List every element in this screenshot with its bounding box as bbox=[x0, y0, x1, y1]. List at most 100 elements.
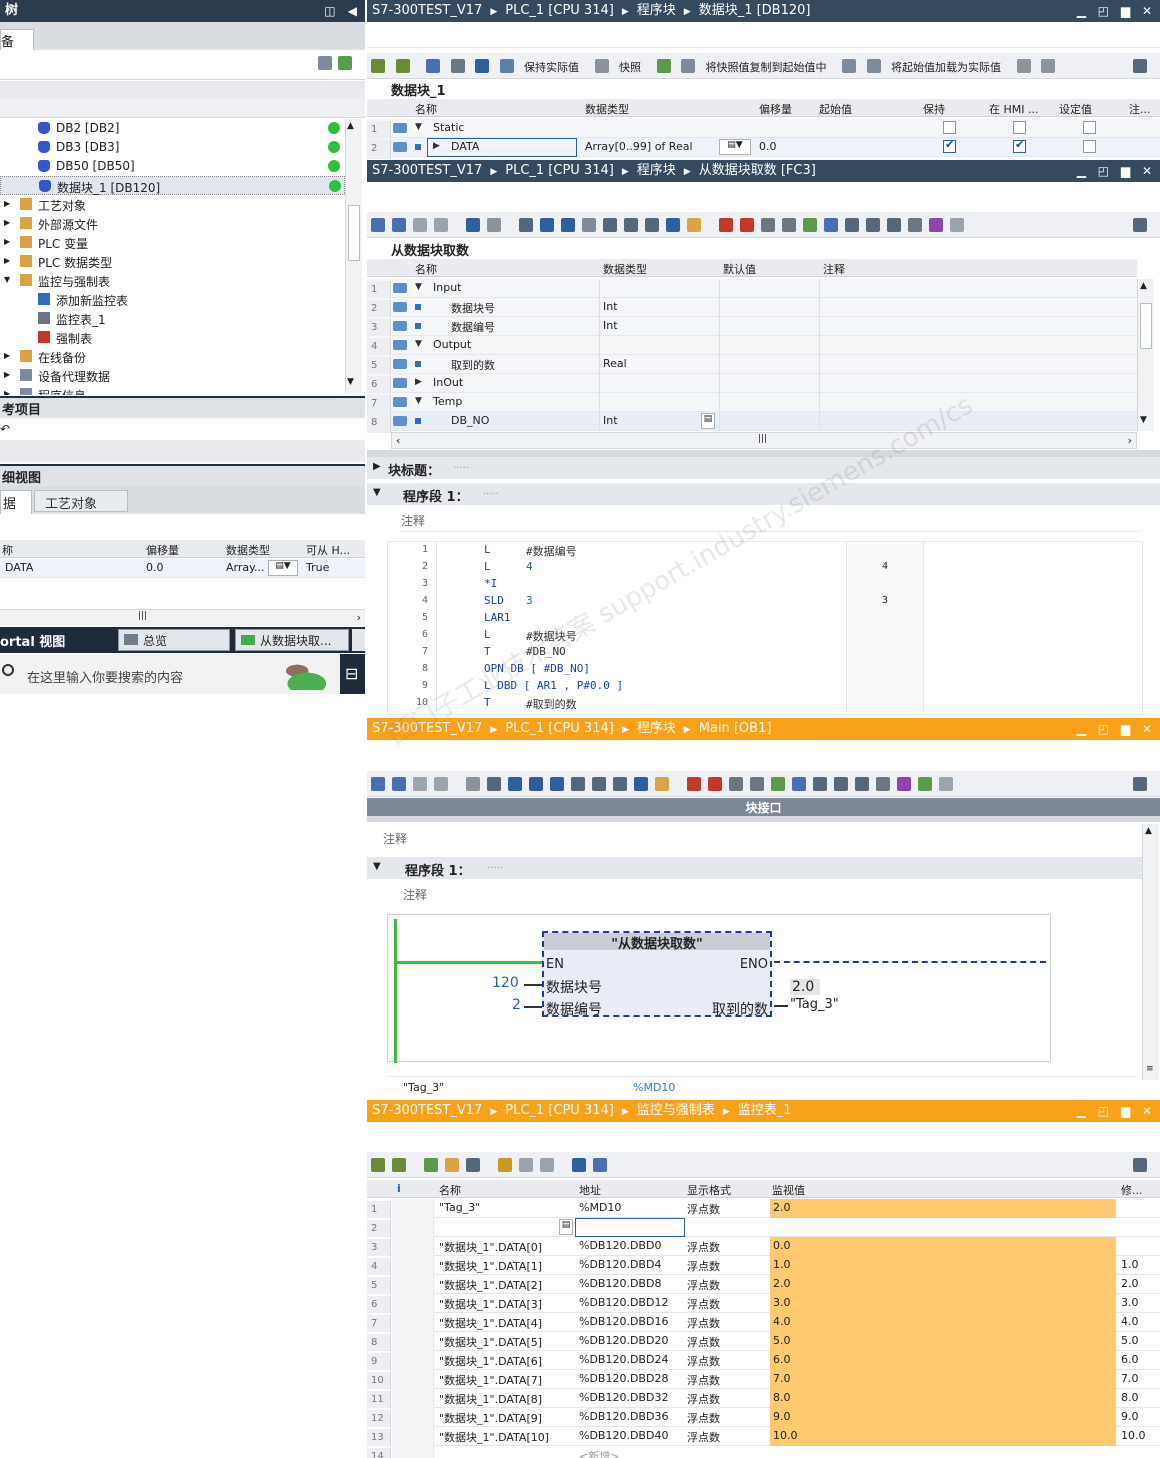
watch-format[interactable]: 浮点数 bbox=[687, 1429, 720, 1445]
toolbar-icon[interactable] bbox=[750, 777, 764, 791]
watch-format[interactable]: 浮点数 bbox=[687, 1201, 720, 1217]
list-icon[interactable] bbox=[475, 59, 489, 73]
toolbar-icon[interactable] bbox=[424, 1158, 438, 1172]
watch-name[interactable]: "数据块_1".DATA[10] bbox=[439, 1429, 549, 1445]
collapse-icon[interactable]: ▼ bbox=[415, 339, 422, 349]
toolbar-icon[interactable] bbox=[908, 218, 922, 232]
parameter-type[interactable]: Int bbox=[603, 414, 618, 427]
interface-row[interactable]: 4 ▼ Output bbox=[367, 336, 1137, 357]
in2-value[interactable]: 2 bbox=[512, 997, 521, 1013]
collapse-icon[interactable]: ▼ bbox=[373, 487, 381, 498]
expand-icon[interactable]: ▶ bbox=[4, 351, 10, 360]
breadcrumb-item[interactable]: 数据块_1 [DB120] bbox=[699, 3, 811, 18]
interface-row[interactable]: 3 数据编号 Int bbox=[367, 317, 1137, 338]
modify-value[interactable]: 7.0 bbox=[1121, 1372, 1139, 1385]
watch-address[interactable]: %DB120.DBD28 bbox=[579, 1372, 668, 1385]
table-view-icon[interactable] bbox=[318, 56, 332, 70]
glasses-icon[interactable] bbox=[499, 59, 514, 73]
watch-row[interactable]: 4 "数据块_1".DATA[1] %DB120.DBD4 浮点数 1.0 1.0 bbox=[367, 1256, 1160, 1277]
modify-value[interactable]: 2.0 bbox=[1121, 1277, 1139, 1290]
expand-icon[interactable]: ▶ bbox=[4, 237, 10, 246]
toolbar-icon[interactable] bbox=[603, 218, 617, 232]
scroll-right-icon[interactable]: › bbox=[1128, 434, 1132, 447]
tree-scrollbar[interactable]: ▲ ▼ bbox=[345, 119, 362, 394]
watch-format[interactable]: 浮点数 bbox=[687, 1277, 720, 1293]
code-line[interactable]: 10 T #取到的数 bbox=[388, 695, 1144, 712]
toolbar-icon[interactable] bbox=[572, 1158, 586, 1172]
watch-format[interactable]: 浮点数 bbox=[687, 1296, 720, 1312]
expand-icon[interactable]: ▶ bbox=[4, 389, 10, 395]
name-edit-box[interactable] bbox=[427, 138, 577, 157]
watch-name[interactable]: "数据块_1".DATA[1] bbox=[439, 1258, 542, 1274]
toolbar-icon[interactable] bbox=[824, 218, 838, 232]
ob-vscroll[interactable]: ▲ ≡ bbox=[1142, 824, 1159, 1080]
paste-icon[interactable] bbox=[681, 59, 695, 73]
splitter[interactable] bbox=[367, 450, 1160, 457]
db-row-name[interactable]: Static bbox=[433, 121, 464, 134]
tree-item[interactable]: 监控表_1 bbox=[0, 309, 345, 328]
tree-item[interactable]: ▶ 工艺对象 bbox=[0, 195, 345, 214]
watch-name[interactable]: "数据块_1".DATA[6] bbox=[439, 1353, 542, 1369]
watch-row[interactable]: 12 "数据块_1".DATA[9] %DB120.DBD36 浮点数 9.0 9.0 bbox=[367, 1408, 1160, 1429]
tree-item[interactable]: DB3 [DB3] bbox=[0, 138, 345, 157]
interface-row[interactable]: 2 数据块号 Int bbox=[367, 298, 1137, 319]
in1-value[interactable]: 120 bbox=[492, 975, 519, 991]
load-start-values-button[interactable]: 将起始值加载为实际值 bbox=[891, 59, 1001, 75]
code-line[interactable]: 5 LAR1 bbox=[388, 610, 1144, 627]
toolbar-icon[interactable] bbox=[445, 1158, 459, 1172]
setpoint-checkbox[interactable] bbox=[1083, 140, 1096, 153]
window-controls[interactable]: ▁ ◰ ▆ ✕ bbox=[1077, 718, 1156, 740]
tree-item[interactable]: DB50 [DB50] bbox=[0, 157, 345, 176]
modify-value[interactable]: 3.0 bbox=[1121, 1296, 1139, 1309]
fc-interface-hscroll[interactable]: ‹ ||| › bbox=[391, 432, 1137, 449]
parameter-name[interactable]: DB_NO bbox=[451, 414, 489, 427]
network-1-title-bar[interactable]: ▼ 程序段 1： ..... bbox=[367, 857, 1142, 879]
scroll-grip[interactable]: ||| bbox=[758, 434, 767, 444]
tree-item[interactable]: ▶ 外部源文件 bbox=[0, 214, 345, 233]
toolbar-icon[interactable] bbox=[529, 777, 543, 791]
stl-code-area[interactable]: 1 L #数据编号 2 L 4 4 3 *I 4 SLD 3 3 5 LAR1 6 L #数据块号 7 T #DB_NO… bbox=[387, 541, 1143, 715]
modify-value[interactable]: 4.0 bbox=[1121, 1315, 1139, 1328]
taskbar-fc-editor[interactable]: 从数据块取... bbox=[235, 629, 349, 651]
watch-name[interactable]: "数据块_1".DATA[7] bbox=[439, 1372, 542, 1388]
watch-address[interactable]: %DB120.DBD24 bbox=[579, 1353, 668, 1366]
toolbar-icon[interactable] bbox=[634, 777, 648, 791]
watch-row[interactable]: 9 "数据块_1".DATA[6] %DB120.DBD24 浮点数 6.0 6.0 bbox=[367, 1351, 1160, 1372]
parameter-type[interactable]: Real bbox=[603, 357, 627, 370]
interface-row[interactable]: 1 ▼ Input bbox=[367, 279, 1137, 300]
expand-icon[interactable]: ▶ bbox=[4, 256, 10, 265]
hmi-checkbox[interactable] bbox=[1013, 140, 1026, 153]
snapshot-button[interactable]: 快照 bbox=[619, 59, 641, 75]
watch-row[interactable]: 7 "数据块_1".DATA[4] %DB120.DBD16 浮点数 4.0 4.0 bbox=[367, 1313, 1160, 1334]
expand-icon[interactable]: ▶ bbox=[373, 461, 381, 472]
toolbar-icon[interactable] bbox=[371, 777, 385, 791]
code-line[interactable]: 9 L DBD [ AR1 , P#0.0 ] bbox=[388, 678, 1144, 695]
copy-snapshot-button[interactable]: 将快照值复制到起始值中 bbox=[706, 59, 827, 75]
toolbar-icon[interactable] bbox=[687, 218, 701, 232]
toolbar-icon[interactable] bbox=[792, 777, 806, 791]
watch-name[interactable]: "Tag_3" bbox=[439, 1201, 480, 1214]
network-comment[interactable]: 注释 bbox=[401, 512, 1141, 532]
watch-address[interactable]: <新增> bbox=[579, 1448, 619, 1458]
breadcrumb-item[interactable]: PLC_1 [CPU 314] bbox=[505, 163, 614, 178]
watch-row[interactable]: 10 "数据块_1".DATA[7] %DB120.DBD28 浮点数 7.0 7.0 bbox=[367, 1370, 1160, 1391]
code-line[interactable]: 3 *I bbox=[388, 576, 1144, 593]
interface-row[interactable]: 5 取到的数 Real bbox=[367, 355, 1137, 376]
breadcrumb-item[interactable]: S7-300TEST_V17 bbox=[372, 721, 482, 736]
toolbar-icon[interactable] bbox=[550, 777, 564, 791]
add-icon[interactable] bbox=[338, 56, 352, 70]
toolbar-icon[interactable] bbox=[519, 1158, 533, 1172]
fc-interface-vscroll[interactable]: ▲ ▼ bbox=[1137, 279, 1154, 431]
toolbar-icon[interactable] bbox=[729, 777, 743, 791]
retain-checkbox[interactable] bbox=[943, 121, 956, 134]
collapse-all-icon[interactable] bbox=[450, 59, 465, 73]
toolbar-icon[interactable] bbox=[498, 1158, 512, 1172]
watch-address[interactable]: %DB120.DBD32 bbox=[579, 1391, 668, 1404]
toolbar-icon[interactable] bbox=[371, 218, 385, 232]
copy-icon[interactable] bbox=[656, 59, 671, 73]
watch-format[interactable]: 浮点数 bbox=[687, 1239, 720, 1255]
tab-technology-objects[interactable]: 工艺对象 bbox=[34, 490, 128, 512]
toolbar-icon[interactable] bbox=[392, 1158, 406, 1172]
expand-icon[interactable]: ▶ bbox=[4, 370, 10, 379]
breadcrumb-item[interactable]: PLC_1 [CPU 314] bbox=[505, 3, 614, 18]
